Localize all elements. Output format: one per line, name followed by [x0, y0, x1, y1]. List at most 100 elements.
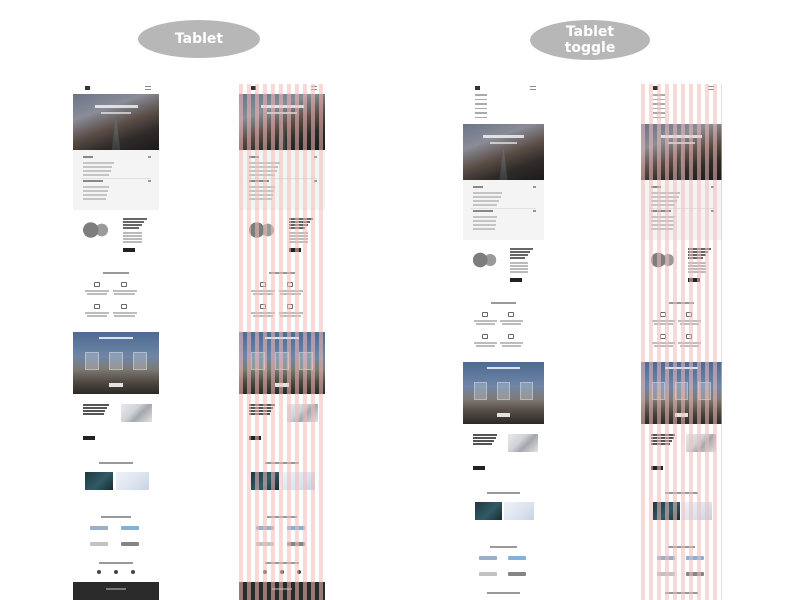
- contribute-title-line: [249, 404, 275, 406]
- promo-title-line: [687, 248, 711, 250]
- sponsor-logo: [686, 572, 705, 576]
- mockup-menu-item: [653, 112, 665, 114]
- mockup-menu-item: [475, 103, 487, 105]
- tools-heading: [665, 492, 698, 494]
- feature-icon: [121, 304, 128, 309]
- news-line: [83, 166, 113, 168]
- promo-title-line: [288, 227, 306, 229]
- mockup-contribute: [73, 402, 159, 442]
- tools-card-light: [282, 472, 315, 490]
- chevron-down-icon: [533, 186, 536, 188]
- contribute-title-line: [473, 440, 495, 442]
- news-line: [249, 162, 280, 164]
- release-line: [83, 198, 107, 200]
- news-divider: [247, 178, 317, 179]
- sponsor-logo: [686, 556, 705, 560]
- news-line: [83, 170, 111, 172]
- mockup-promo-section: [463, 244, 544, 288]
- feature-text-line: [475, 323, 496, 325]
- feature-icon: [93, 282, 100, 287]
- social-icon[interactable]: [263, 570, 268, 574]
- feature-text-line: [474, 320, 497, 322]
- promo-text-line: [122, 235, 142, 237]
- mockup-tablet-toggle: [463, 84, 544, 600]
- mockup-hero-image: [463, 124, 544, 180]
- promo-title-line: [122, 221, 145, 223]
- join-heading: [264, 562, 300, 564]
- hero-headline: [661, 135, 702, 139]
- feature-text-line: [652, 342, 675, 344]
- contribute-title-line: [249, 413, 270, 415]
- hero-road: [499, 149, 508, 180]
- feature-text-line: [114, 293, 135, 295]
- news-heading: [473, 186, 483, 188]
- contribute-title-line: [83, 410, 106, 412]
- news-heading: [249, 156, 259, 158]
- mockup-menu-item: [475, 112, 487, 114]
- city-banner-card: [519, 381, 533, 401]
- tools-card-light: [681, 502, 713, 520]
- feature-text-line: [652, 320, 675, 322]
- contribute-title-line: [651, 443, 671, 445]
- contribute-title-line: [83, 404, 109, 406]
- feature-text-line: [678, 342, 701, 344]
- promo-text-line: [122, 238, 142, 240]
- city-banner-card: [133, 351, 147, 371]
- join-heading: [487, 592, 520, 594]
- social-icon[interactable]: [297, 570, 302, 574]
- release-heading: [651, 210, 671, 212]
- hero-subline: [489, 141, 518, 144]
- contribute-image: [686, 434, 716, 452]
- chevron-down-icon: [148, 156, 151, 158]
- news-line: [473, 204, 498, 206]
- hero-headline: [483, 135, 524, 139]
- sponsor-logo: [121, 542, 140, 546]
- contribute-title-line: [249, 407, 274, 409]
- mockup-join: [239, 562, 325, 582]
- social-icon[interactable]: [131, 570, 136, 574]
- news-line: [249, 170, 277, 172]
- hero-subline: [101, 111, 131, 114]
- sponsor-logo: [90, 542, 109, 546]
- footer-line: [271, 588, 293, 590]
- mockup-footer: [239, 582, 325, 600]
- release-line: [651, 220, 675, 222]
- social-icon[interactable]: [114, 570, 119, 574]
- city-banner-title: [487, 366, 520, 369]
- release-line: [83, 190, 108, 192]
- contribute-button: [249, 436, 261, 440]
- news-line: [473, 196, 501, 198]
- contribute-image: [508, 434, 538, 452]
- promo-text-line: [122, 232, 142, 234]
- mockup-tablet: [73, 84, 159, 600]
- tablet-toggle-label-text: Tablet toggle: [564, 24, 616, 56]
- news-line: [651, 196, 679, 198]
- chevron-down-icon: [148, 180, 151, 182]
- hamburger-icon[interactable]: [530, 86, 536, 90]
- mockup-hero-image: [239, 94, 325, 150]
- mockup-news-panel: [239, 150, 325, 210]
- contribute-title-line: [473, 437, 496, 439]
- feature-text-line: [252, 315, 274, 317]
- news-line: [83, 162, 114, 164]
- hamburger-icon[interactable]: [708, 86, 714, 90]
- sponsor-logo: [508, 572, 527, 576]
- news-line: [473, 200, 499, 202]
- feature-icon: [482, 334, 489, 339]
- contribute-title-line: [473, 434, 498, 436]
- news-line: [651, 192, 681, 194]
- promo-text-line: [509, 268, 528, 270]
- feature-text-line: [501, 323, 522, 325]
- feature-text-line: [280, 315, 301, 317]
- tablet-label-text: Tablet: [174, 31, 224, 47]
- chevron-down-icon: [711, 210, 714, 212]
- hamburger-icon[interactable]: [311, 86, 317, 90]
- mockup-header: [73, 84, 159, 94]
- feature-icon: [686, 312, 693, 317]
- social-icon[interactable]: [280, 570, 285, 574]
- feature-icon: [121, 282, 128, 287]
- hamburger-icon[interactable]: [145, 86, 151, 90]
- release-line: [249, 198, 273, 200]
- sponsor-logo: [479, 556, 498, 560]
- social-icon[interactable]: [97, 570, 102, 574]
